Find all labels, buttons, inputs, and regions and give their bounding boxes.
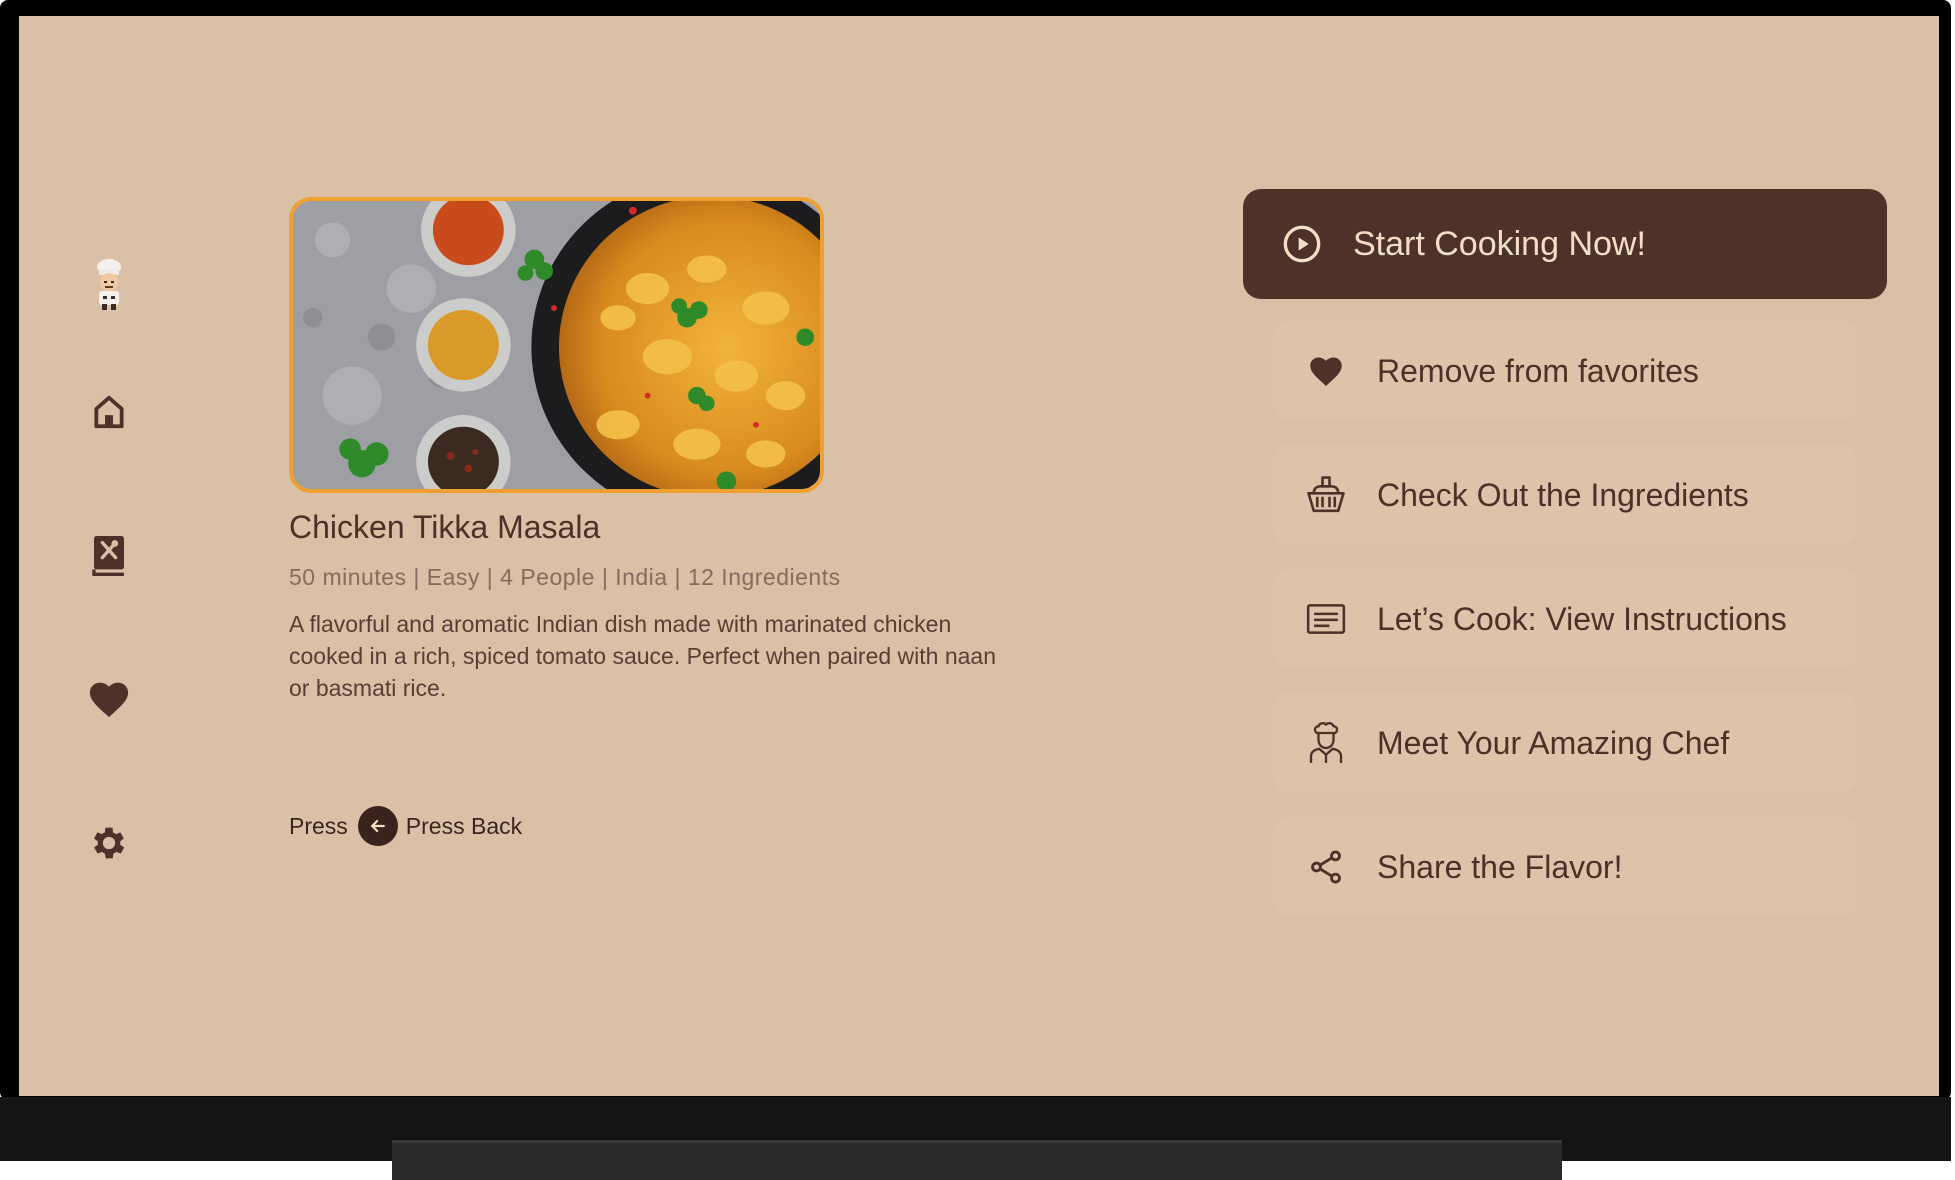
chef-avatar-icon (86, 258, 132, 310)
hint-press-label: Press (289, 812, 348, 839)
heart-icon (87, 679, 131, 719)
ingredients-button[interactable]: Check Out the Ingredients (1273, 445, 1857, 545)
share-icon (1305, 846, 1347, 888)
instructions-button[interactable]: Let’s Cook: View Instructions (1273, 569, 1857, 669)
instructions-icon (1305, 598, 1347, 640)
nav-recipes[interactable] (69, 516, 149, 596)
basket-icon (1305, 474, 1347, 516)
back-arrow-icon[interactable] (357, 806, 398, 846)
recipe-title: Chicken Tikka Masala (289, 509, 601, 545)
ingredients-label: Check Out the Ingredients (1377, 476, 1749, 513)
tv-stand (392, 1140, 1562, 1180)
nav-settings[interactable] (69, 803, 149, 883)
back-hint: Press Press Back (289, 803, 522, 849)
meet-chef-label: Meet Your Amazing Chef (1377, 724, 1730, 761)
recipe-image (289, 197, 824, 493)
instructions-label: Let’s Cook: View Instructions (1377, 600, 1787, 637)
start-cooking-label: Start Cooking Now! (1353, 224, 1646, 263)
share-button[interactable]: Share the Flavor! (1273, 817, 1857, 917)
remove-favorite-button[interactable]: Remove from favorites (1273, 321, 1857, 421)
nav-favorites[interactable] (69, 659, 149, 739)
recipe-description: A flavorful and aromatic Indian dish mad… (289, 611, 997, 701)
chef-icon (1305, 722, 1347, 764)
recipe-meta: 50 minutes | Easy | 4 People | India | 1… (289, 564, 841, 590)
play-circle-icon (1281, 223, 1323, 265)
chef-avatar[interactable] (69, 244, 149, 324)
share-label: Share the Flavor! (1377, 848, 1623, 885)
remove-favorite-label: Remove from favorites (1377, 352, 1699, 389)
start-cooking-button[interactable]: Start Cooking Now! (1243, 189, 1887, 299)
hint-back-label: Press Back (405, 812, 523, 839)
home-icon (90, 393, 128, 431)
gear-icon (88, 822, 130, 864)
app-screen: Chicken Tikka Masala 50 minutes | Easy |… (19, 16, 1939, 1096)
heart-icon (1305, 350, 1347, 392)
meet-chef-button[interactable]: Meet Your Amazing Chef (1273, 693, 1857, 793)
recipe-book-icon (89, 534, 129, 578)
nav-home[interactable] (69, 372, 149, 452)
